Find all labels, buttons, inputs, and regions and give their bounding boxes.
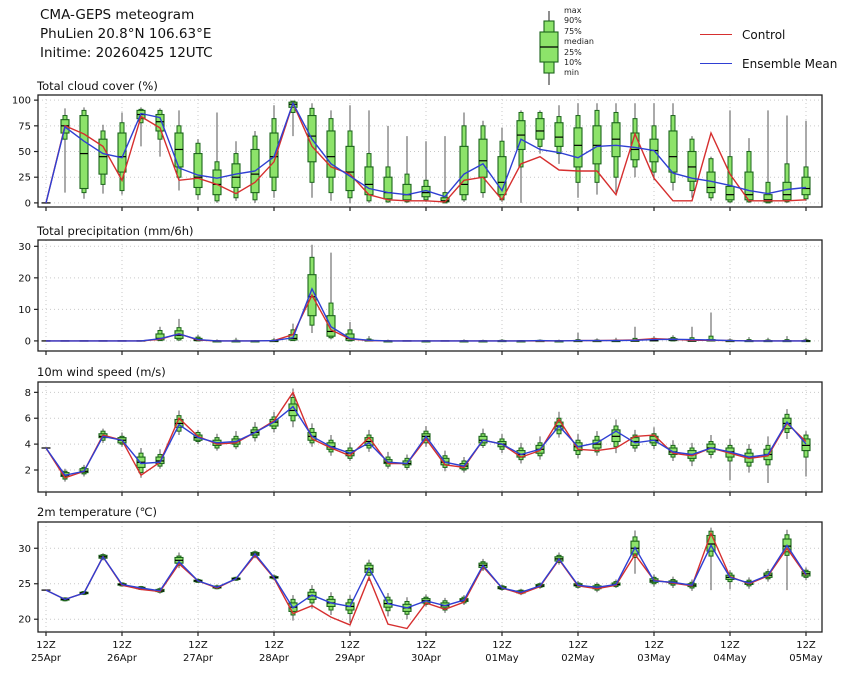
svg-text:12Z: 12Z	[36, 640, 56, 651]
svg-text:27Apr: 27Apr	[183, 653, 214, 664]
svg-text:12Z: 12Z	[112, 640, 132, 651]
svg-text:30Apr: 30Apr	[411, 653, 442, 664]
svg-text:8: 8	[25, 388, 31, 399]
svg-text:12Z: 12Z	[720, 640, 740, 651]
svg-text:30: 30	[18, 544, 31, 555]
svg-text:10: 10	[18, 305, 31, 316]
svg-text:30: 30	[18, 242, 31, 253]
svg-text:12Z: 12Z	[796, 640, 816, 651]
svg-text:6: 6	[25, 414, 31, 425]
svg-text:28Apr: 28Apr	[259, 653, 290, 664]
svg-text:2: 2	[25, 466, 31, 477]
svg-text:12Z: 12Z	[188, 640, 208, 651]
svg-text:0: 0	[25, 198, 31, 209]
svg-text:12Z: 12Z	[264, 640, 284, 651]
svg-text:12Z: 12Z	[340, 640, 360, 651]
svg-text:04May: 04May	[713, 653, 746, 664]
svg-text:12Z: 12Z	[644, 640, 664, 651]
svg-text:29Apr: 29Apr	[335, 653, 366, 664]
svg-text:26Apr: 26Apr	[107, 653, 138, 664]
svg-text:05May: 05May	[789, 653, 822, 664]
svg-text:03May: 03May	[637, 653, 670, 664]
svg-text:20: 20	[18, 615, 31, 626]
svg-text:50: 50	[18, 147, 31, 158]
svg-text:12Z: 12Z	[568, 640, 588, 651]
svg-text:12Z: 12Z	[492, 640, 512, 651]
meteogram-page: CMA-GEPS meteogram PhuLien 20.8°N 106.63…	[0, 0, 842, 680]
svg-text:0: 0	[25, 336, 31, 347]
svg-text:25: 25	[18, 579, 31, 590]
panel-1: 0 10 20 30	[18, 240, 822, 355]
svg-text:100: 100	[12, 96, 31, 107]
panel-0: 0 25 50 75 100	[12, 95, 822, 211]
meteogram-chart: 0 25 50 75 100 0 10 20 30 2 4 6 8 20 25 30 12Z 25Apr 12Z 26…	[0, 0, 842, 680]
x-axis-labels: 12Z 25Apr 12Z 26Apr 12Z 27Apr 12Z 28Apr 12Z 29Apr…	[31, 640, 823, 664]
svg-text:20: 20	[18, 273, 31, 284]
svg-text:01May: 01May	[485, 653, 518, 664]
svg-text:02May: 02May	[561, 653, 594, 664]
svg-text:4: 4	[25, 440, 31, 451]
panel-2: 2 4 6 8	[25, 382, 822, 496]
panel-3: 20 25 30	[18, 522, 822, 636]
svg-text:75: 75	[18, 121, 31, 132]
svg-text:25: 25	[18, 173, 31, 184]
svg-text:25Apr: 25Apr	[31, 653, 62, 664]
svg-text:12Z: 12Z	[416, 640, 436, 651]
